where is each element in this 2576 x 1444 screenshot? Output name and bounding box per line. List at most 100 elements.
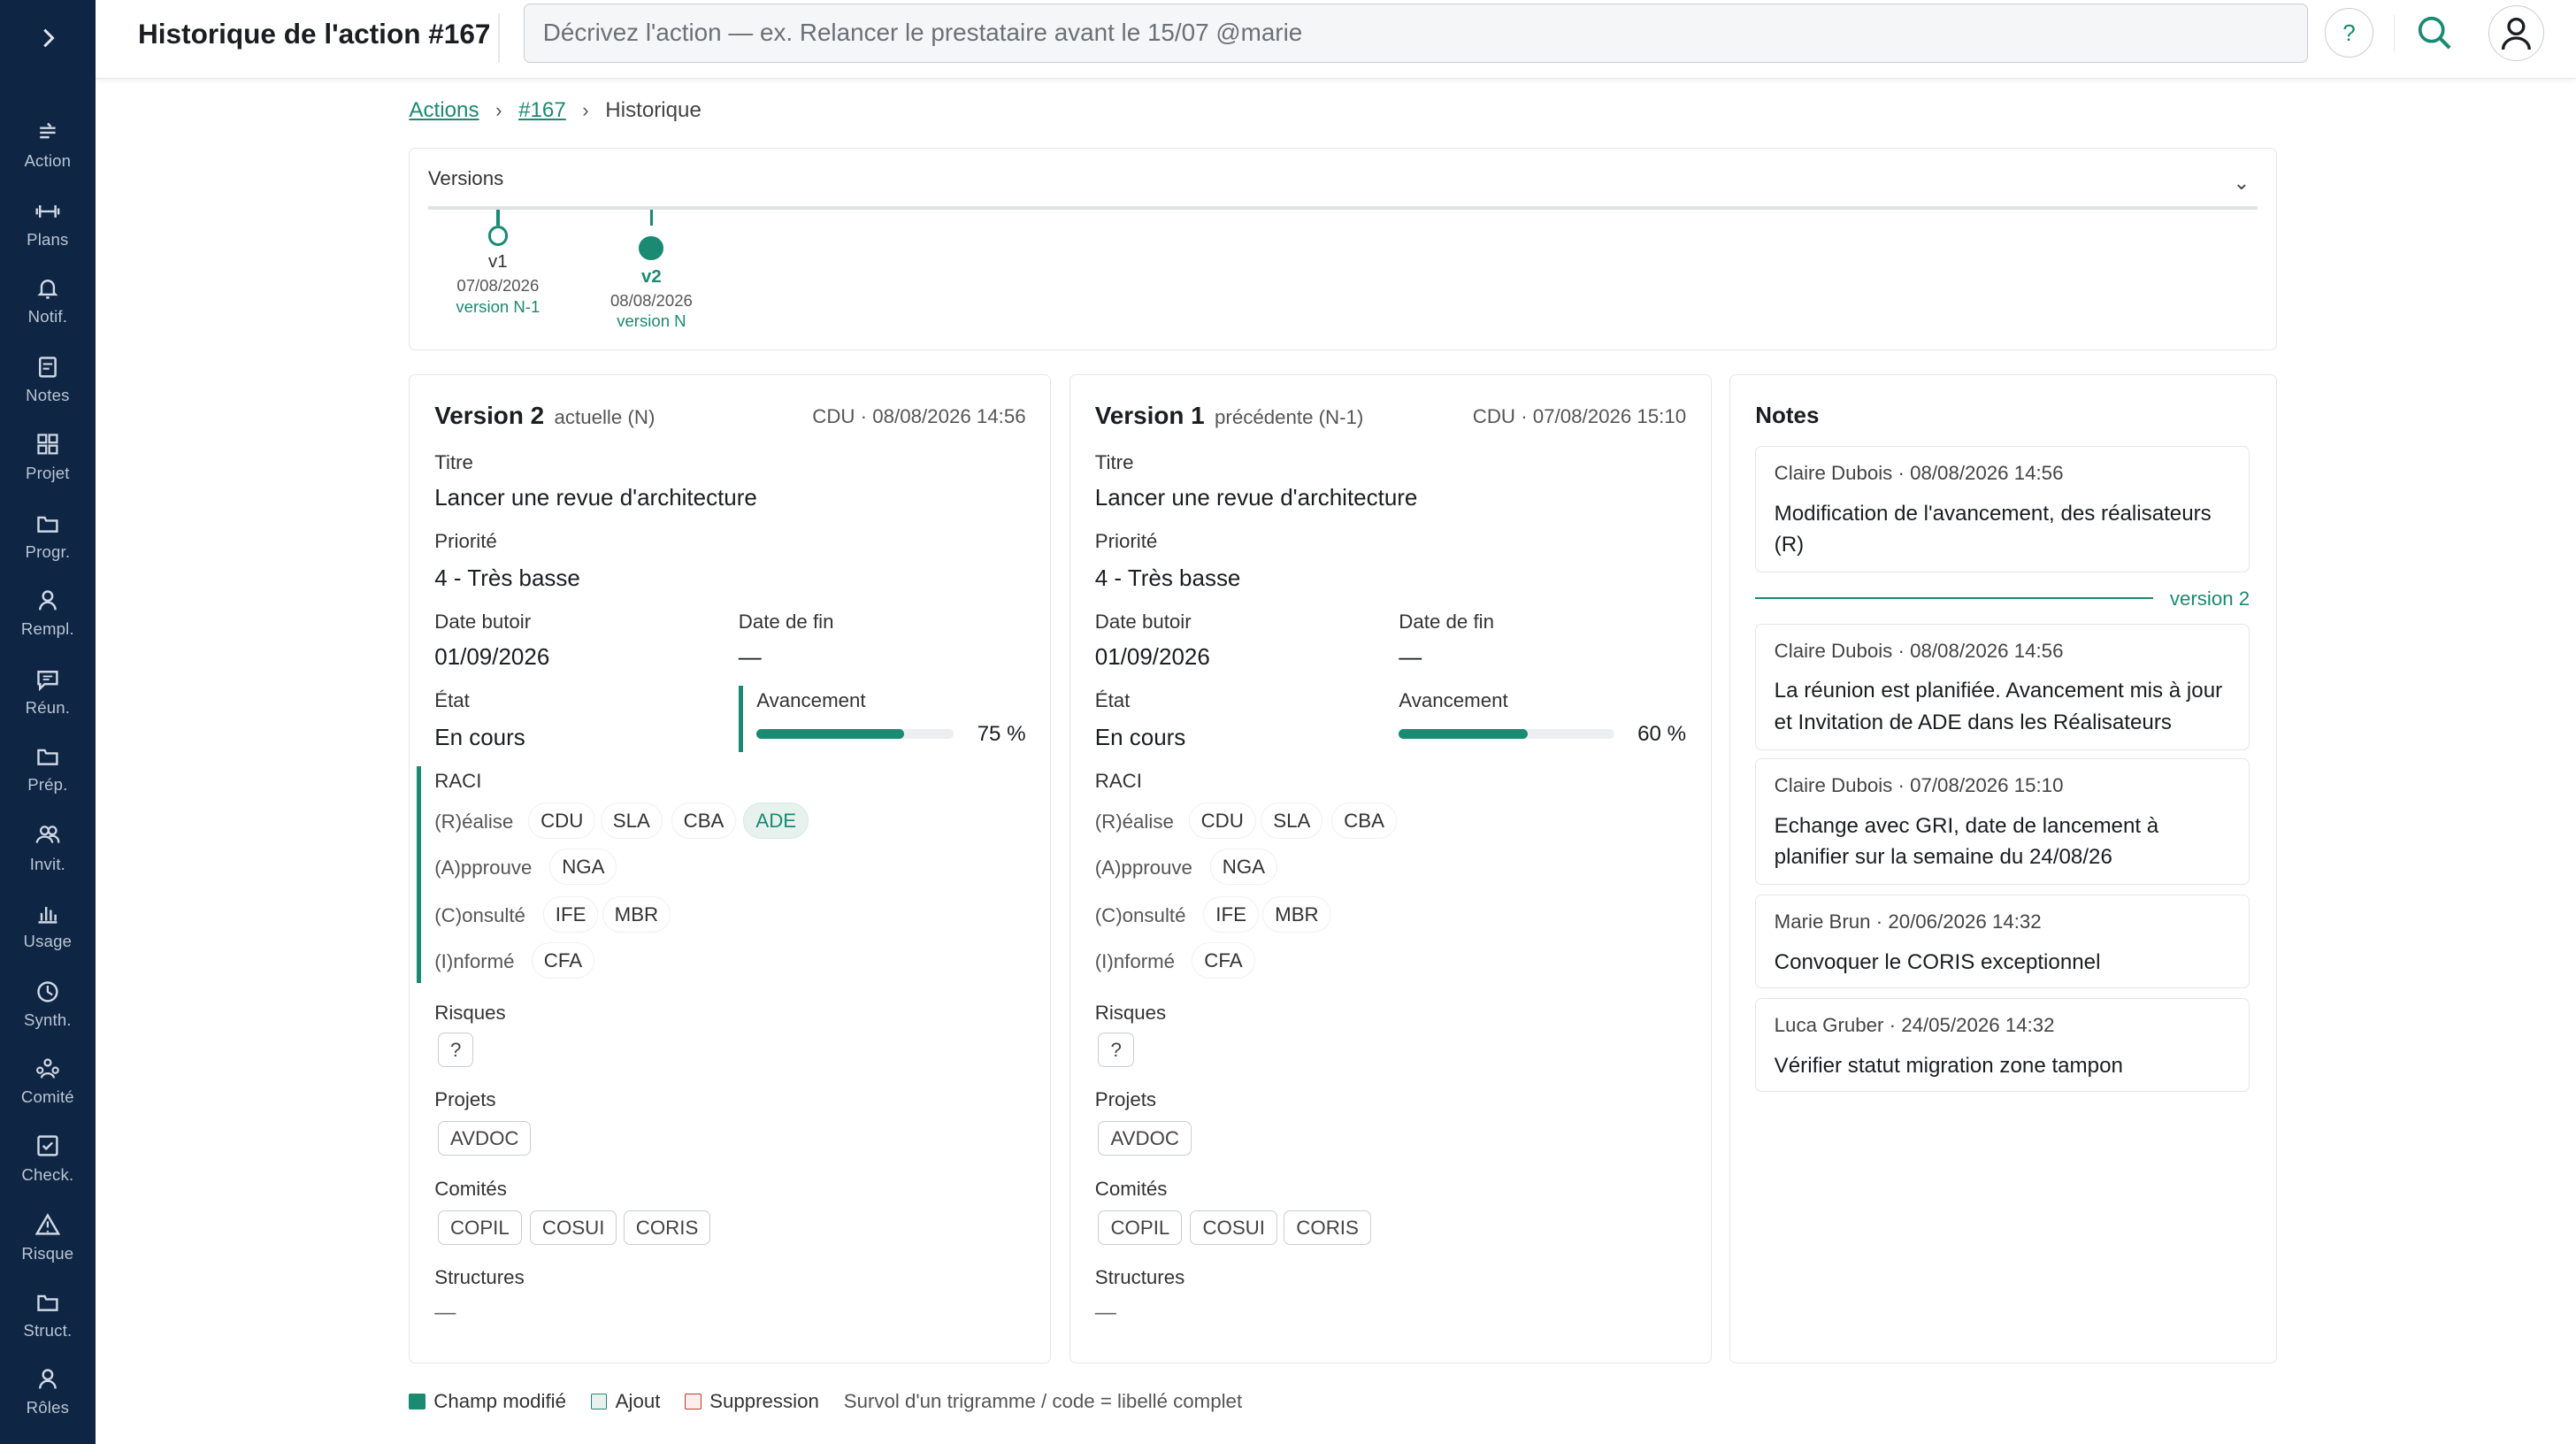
note-meta: Claire Dubois · 08/08/2026 14:56 <box>1774 461 2064 484</box>
field-label-avancement: Avancement <box>1399 689 1508 712</box>
timeline-tick <box>649 209 654 227</box>
folder-icon <box>37 1294 58 1311</box>
note-text: Vérifier statut migration zone tampon <box>1774 1053 2123 1078</box>
card-title: Version 2 actuelle (N) <box>434 402 656 430</box>
risk-tag[interactable]: ? <box>1098 1033 1134 1068</box>
field-value-priorite: 4 - Très basse <box>434 564 580 591</box>
help-button[interactable]: ? <box>2324 8 2374 58</box>
timeline-line <box>427 206 2258 210</box>
field-value-priorite: 4 - Très basse <box>1094 564 1241 591</box>
raci-chip[interactable]: SLA <box>1261 803 1323 840</box>
committee-tag[interactable]: COSUI <box>529 1210 617 1245</box>
progress-fill <box>1399 728 1529 739</box>
project-tag[interactable]: AVDOC <box>1098 1121 1192 1156</box>
raci-chip[interactable]: IFE <box>1203 896 1259 933</box>
field-value-titre: Lancer une revue d'architecture <box>1094 483 1418 511</box>
sidebar-item-rempl[interactable]: Rempl. <box>0 579 96 656</box>
raci-chip[interactable]: IFE <box>542 896 599 933</box>
raci-chip[interactable]: MBR <box>1262 896 1331 933</box>
legend-added: Ajout <box>590 1390 660 1413</box>
sidebar-item-label: Synth. <box>23 1010 72 1030</box>
sidebar-item-label: Notif. <box>27 307 68 326</box>
raci-chip[interactable]: CDU <box>1188 803 1256 840</box>
legend-swatch <box>590 1393 608 1410</box>
sidebar-item-comite[interactable]: Comité <box>0 1047 96 1124</box>
raci-chip[interactable]: NGA <box>1209 849 1277 886</box>
risk-tag[interactable]: ? <box>437 1033 474 1068</box>
notes-icon <box>38 357 57 378</box>
note-item[interactable]: Claire Dubois · 08/08/2026 14:56 Modific… <box>1755 446 2250 573</box>
raci-chip[interactable]: MBR <box>602 896 671 933</box>
sidebar-item-prep[interactable]: Prép. <box>0 734 96 811</box>
versions-title: Versions <box>427 166 504 189</box>
raci-realise-label: (R)éalise <box>1094 810 1174 833</box>
committee-tag[interactable]: COPIL <box>1098 1210 1183 1245</box>
action-description-input[interactable] <box>524 3 2309 63</box>
breadcrumb-action-link[interactable]: #167 <box>518 98 566 123</box>
project-tag[interactable]: AVDOC <box>437 1121 532 1156</box>
sidebar-item-label: Struct. <box>23 1321 73 1340</box>
committee-tag[interactable]: CORIS <box>1284 1210 1371 1245</box>
raci-chip[interactable]: CBA <box>671 803 737 840</box>
field-label-projets: Projets <box>1094 1088 1157 1111</box>
field-value-date-fin: — <box>738 643 762 671</box>
sidebar-item-notif[interactable]: Notif. <box>0 266 96 343</box>
raci-consulte-label: (C)onsulté <box>434 904 525 927</box>
sidebar-item-projet[interactable]: Projet <box>0 422 96 499</box>
raci-chip[interactable]: NGA <box>549 849 617 886</box>
collapse-chevron-icon[interactable]: ⌄ <box>2233 172 2250 195</box>
note-item[interactable]: Claire Dubois · 07/08/2026 15:10 Echange… <box>1755 758 2250 886</box>
field-label-risques: Risques <box>1094 1001 1167 1024</box>
raci-chip[interactable]: CFA <box>531 942 595 979</box>
version-node-v2[interactable]: v2 08/08/2026 version N <box>610 209 693 332</box>
sidebar-item-plans[interactable]: Plans <box>0 189 96 266</box>
raci-chip[interactable]: CFA <box>1192 942 1255 979</box>
sidebar-item-label: Notes <box>26 386 70 405</box>
field-value-date-butoir: 01/09/2026 <box>434 643 550 671</box>
sidebar-item-roles[interactable]: Rôles <box>0 1357 96 1434</box>
field-label-titre: Titre <box>434 450 473 473</box>
note-text: La réunion est planifiée. Avancement mis… <box>1774 679 2223 734</box>
raci-chip[interactable]: CBA <box>1331 803 1397 840</box>
sidebar-item-usage[interactable]: Usage <box>0 890 96 967</box>
raci-chip[interactable]: CDU <box>528 803 596 840</box>
user-menu-button[interactable] <box>2488 4 2545 61</box>
bell-icon <box>37 279 58 299</box>
note-item[interactable]: Luca Gruber · 24/05/2026 14:32 Vérifier … <box>1755 998 2250 1093</box>
breadcrumb-separator: › <box>582 99 589 122</box>
legend-swatch <box>685 1393 702 1410</box>
breadcrumb-actions-link[interactable]: Actions <box>409 98 479 123</box>
committee-tag[interactable]: COSUI <box>1190 1210 1277 1245</box>
sidebar-item-progr[interactable]: Progr. <box>0 501 96 578</box>
card-meta: CDU · 07/08/2026 15:10 <box>1472 404 1687 427</box>
committee-tag[interactable]: COPIL <box>437 1210 522 1245</box>
plans-icon <box>35 204 60 218</box>
sidebar-item-struct[interactable]: Struct. <box>0 1280 96 1357</box>
sidebar-item-action[interactable]: Action <box>0 110 96 187</box>
sidebar-item-invit[interactable]: Invit. <box>0 813 96 890</box>
raci-chip-added[interactable]: ADE <box>743 803 809 840</box>
sidebar-item-notes[interactable]: Notes <box>0 345 96 422</box>
sidebar-item-label: Projet <box>26 463 70 482</box>
field-value-date-butoir: 01/09/2026 <box>1094 643 1210 671</box>
version-node-v1[interactable]: v1 07/08/2026 version N-1 <box>456 209 540 317</box>
legend-modified: Champ modifié <box>409 1390 566 1413</box>
committee-tag[interactable]: CORIS <box>623 1210 711 1245</box>
sidebar-item-synth[interactable]: Synth. <box>0 970 96 1047</box>
progress-bar <box>1399 728 1614 739</box>
sidebar-item-risque[interactable]: Risque <box>0 1202 96 1279</box>
note-item[interactable]: Claire Dubois · 08/08/2026 14:56 La réun… <box>1755 623 2250 750</box>
raci-chip[interactable]: SLA <box>600 803 663 840</box>
sidebar-item-check[interactable]: Check. <box>0 1124 96 1201</box>
sidebar-item-reun[interactable]: Réun. <box>0 657 96 734</box>
version-2-card: Version 2 actuelle (N) CDU · 08/08/2026 … <box>409 374 1052 1364</box>
search-button[interactable] <box>2413 12 2456 54</box>
divider <box>497 12 500 63</box>
field-value-date-fin: — <box>1399 643 1422 671</box>
changed-field-marker <box>738 686 744 752</box>
note-item[interactable]: Marie Brun · 20/06/2026 14:32 Convoquer … <box>1755 895 2250 989</box>
sidebar-toggle-button[interactable] <box>0 0 96 75</box>
field-label-date-butoir: Date butoir <box>434 610 532 633</box>
chat-icon <box>37 670 58 692</box>
progress-value: 75 % <box>977 722 1026 747</box>
